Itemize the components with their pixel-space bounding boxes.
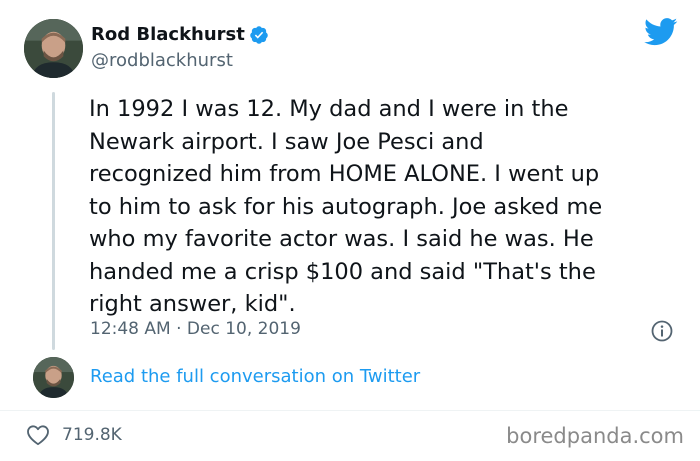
author-name-row[interactable]: Rod Blackhurst bbox=[91, 24, 269, 46]
divider bbox=[0, 410, 700, 411]
info-icon[interactable] bbox=[650, 319, 674, 343]
read-conversation-link[interactable]: Read the full conversation on Twitter bbox=[90, 366, 420, 388]
watermark: boredpanda.com bbox=[506, 424, 684, 448]
tweet-timestamp[interactable]: 12:48 AM · Dec 10, 2019 bbox=[90, 318, 301, 340]
heart-icon bbox=[26, 424, 50, 446]
conversation-avatar[interactable] bbox=[33, 357, 74, 398]
avatar-image bbox=[24, 19, 83, 78]
thread-connector-line bbox=[52, 92, 55, 350]
twitter-bird-icon[interactable] bbox=[644, 18, 678, 46]
avatar-image bbox=[33, 357, 74, 398]
author-handle[interactable]: @rodblackhurst bbox=[91, 50, 233, 72]
like-count: 719.8K bbox=[62, 425, 122, 445]
verified-badge-icon bbox=[249, 25, 269, 45]
author-display-name[interactable]: Rod Blackhurst bbox=[91, 24, 245, 46]
tweet-text: In 1992 I was 12. My dad and I were in t… bbox=[89, 96, 603, 317]
author-avatar[interactable] bbox=[24, 19, 83, 78]
like-button[interactable]: 719.8K bbox=[26, 424, 122, 446]
